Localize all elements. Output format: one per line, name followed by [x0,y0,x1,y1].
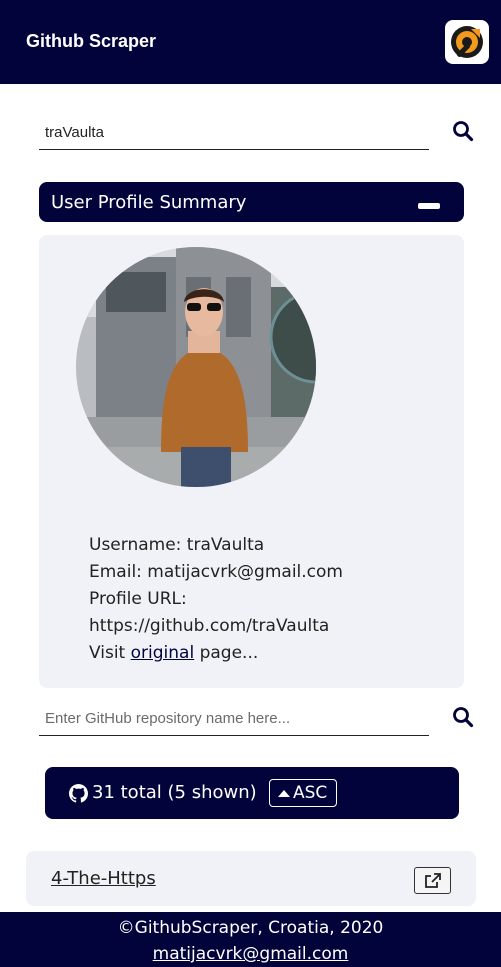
github-icon [69,784,88,803]
minus-icon[interactable] [418,203,440,209]
caret-up-icon [278,790,290,797]
sort-order-button[interactable]: ASC [269,779,337,807]
footer-email-row: matijacvrk@gmail.com [0,944,501,964]
profile-url-label: Profile URL: [89,589,187,609]
top-bar: Github Scraper [0,0,501,84]
footer-copyright: ©GithubScraper, Croatia, 2020 [117,918,384,938]
username-line: Username: traVaulta [89,535,265,555]
profile-card: Username: traVaulta Email: matijacvrk@gm… [39,235,464,688]
profile-summary-title: User Profile Summary [51,192,247,213]
repo-stats-bar: 31 total (5 shown) ASC [45,767,459,819]
profile-url-value: https://github.com/traVaulta [89,616,330,636]
app-title: Github Scraper [26,31,157,51]
external-link-icon[interactable] [414,867,451,894]
email-line: Email: matijacvrk@gmail.com [89,562,343,582]
original-profile-link[interactable]: original [131,643,195,663]
user-search-field [39,115,429,150]
profile-summary-header[interactable]: User Profile Summary [39,182,464,222]
repo-search-icon[interactable] [452,706,474,728]
sort-order-label: ASC [293,783,328,803]
list-item: 4-The-Https [26,851,476,906]
profile-info: Username: traVaulta Email: matijacvrk@gm… [89,532,343,667]
footer-email-link[interactable]: matijacvrk@gmail.com [153,944,349,964]
repo-search-input[interactable] [39,702,429,735]
visit-prefix: Visit [89,643,126,663]
repo-count-text: 31 total (5 shown) [92,782,257,803]
footer: ©GithubScraper, Croatia, 2020 matijacvrk… [0,912,501,967]
app-logo-icon[interactable] [445,20,489,64]
repo-name-link[interactable]: 4-The-Https [51,868,156,889]
avatar [76,247,316,487]
search-icon[interactable] [452,120,474,142]
repo-search-field [39,702,429,736]
visit-suffix: page... [199,643,259,663]
user-search-input[interactable] [39,115,429,149]
visit-line: Visit original page... [89,640,343,667]
